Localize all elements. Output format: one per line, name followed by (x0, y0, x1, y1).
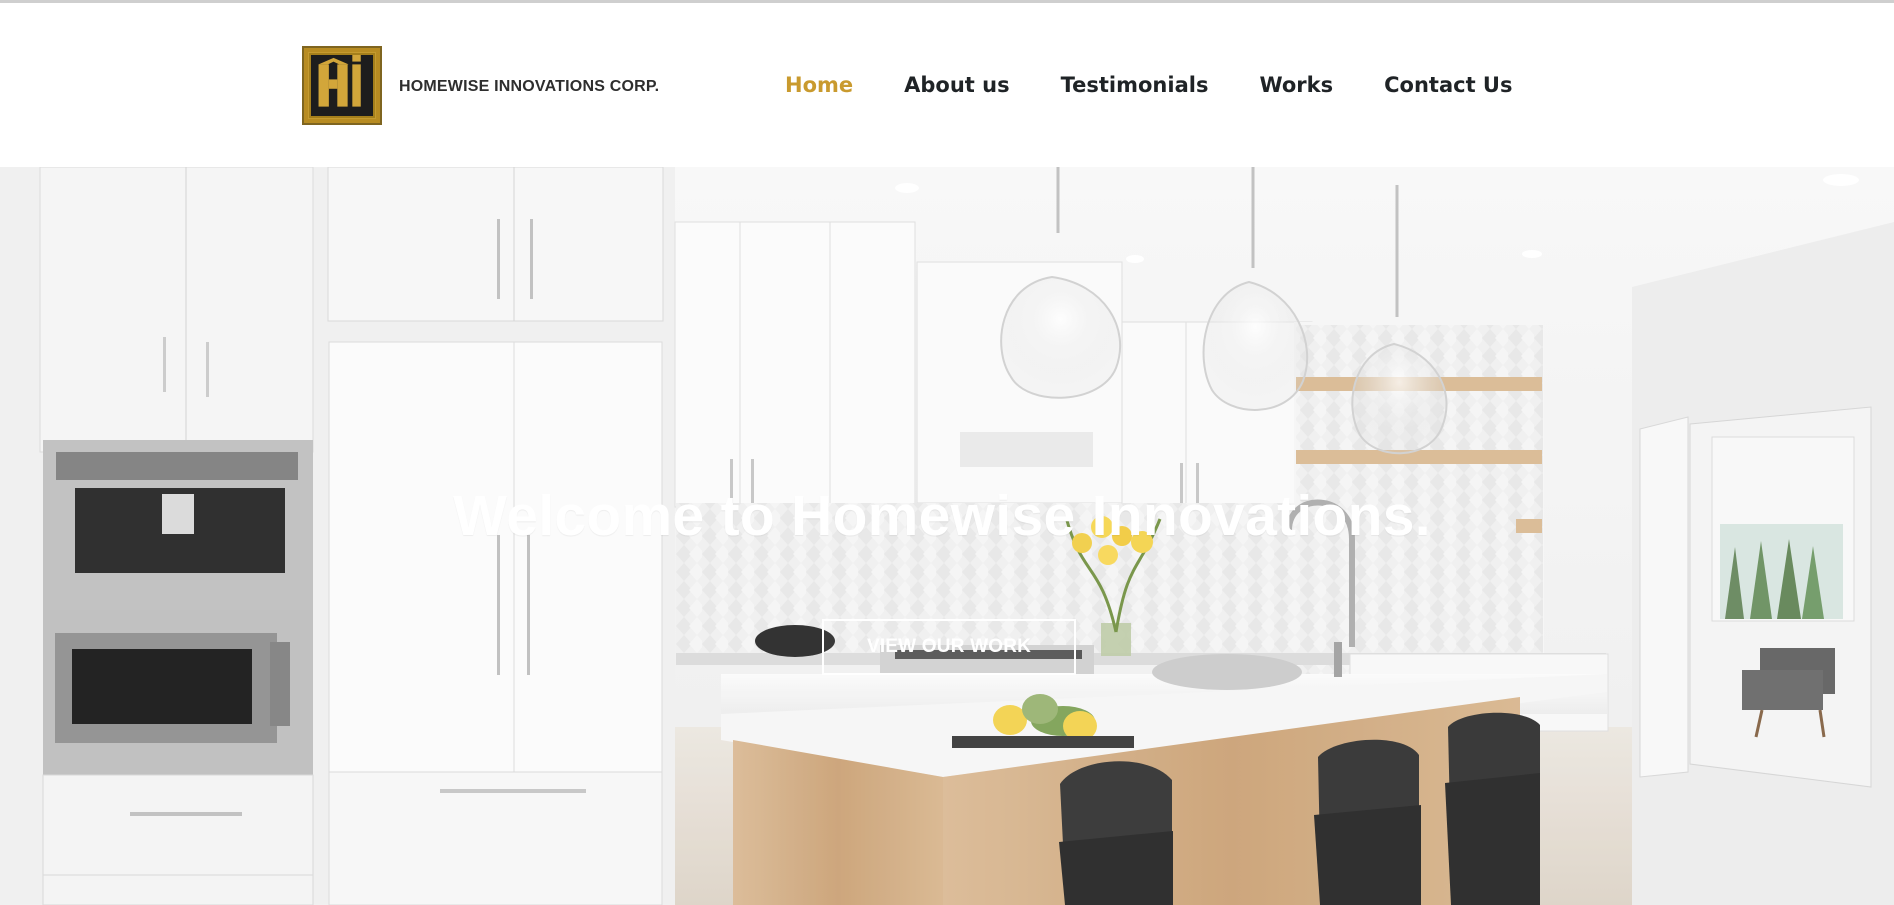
nav-works-link[interactable]: Works (1259, 75, 1333, 96)
brand-logo-link[interactable]: HOMEWISE INNOVATIONS CORP. (302, 45, 659, 125)
nav-home-link[interactable]: Home (785, 75, 853, 96)
hero-title: Welcome to Homewise Innovations. (453, 484, 1431, 548)
nav-about-us-link[interactable]: About us (904, 75, 1009, 96)
logo-hi-icon (309, 52, 375, 118)
hero-section: Welcome to Homewise Innovations. VIEW OU… (0, 167, 1894, 905)
nav-contact-us-link[interactable]: Contact Us (1384, 75, 1512, 96)
brand-name: HOMEWISE INNOVATIONS CORP. (399, 78, 660, 95)
site-header: HOMEWISE INNOVATIONS CORP. Home About us… (0, 3, 1894, 167)
view-our-work-button[interactable]: VIEW OUR WORK (822, 619, 1076, 675)
main-navigation: Home About us Testimonials Works Contact… (785, 75, 1512, 96)
nav-testimonials-link[interactable]: Testimonials (1061, 75, 1209, 96)
logo-icon (302, 45, 382, 125)
